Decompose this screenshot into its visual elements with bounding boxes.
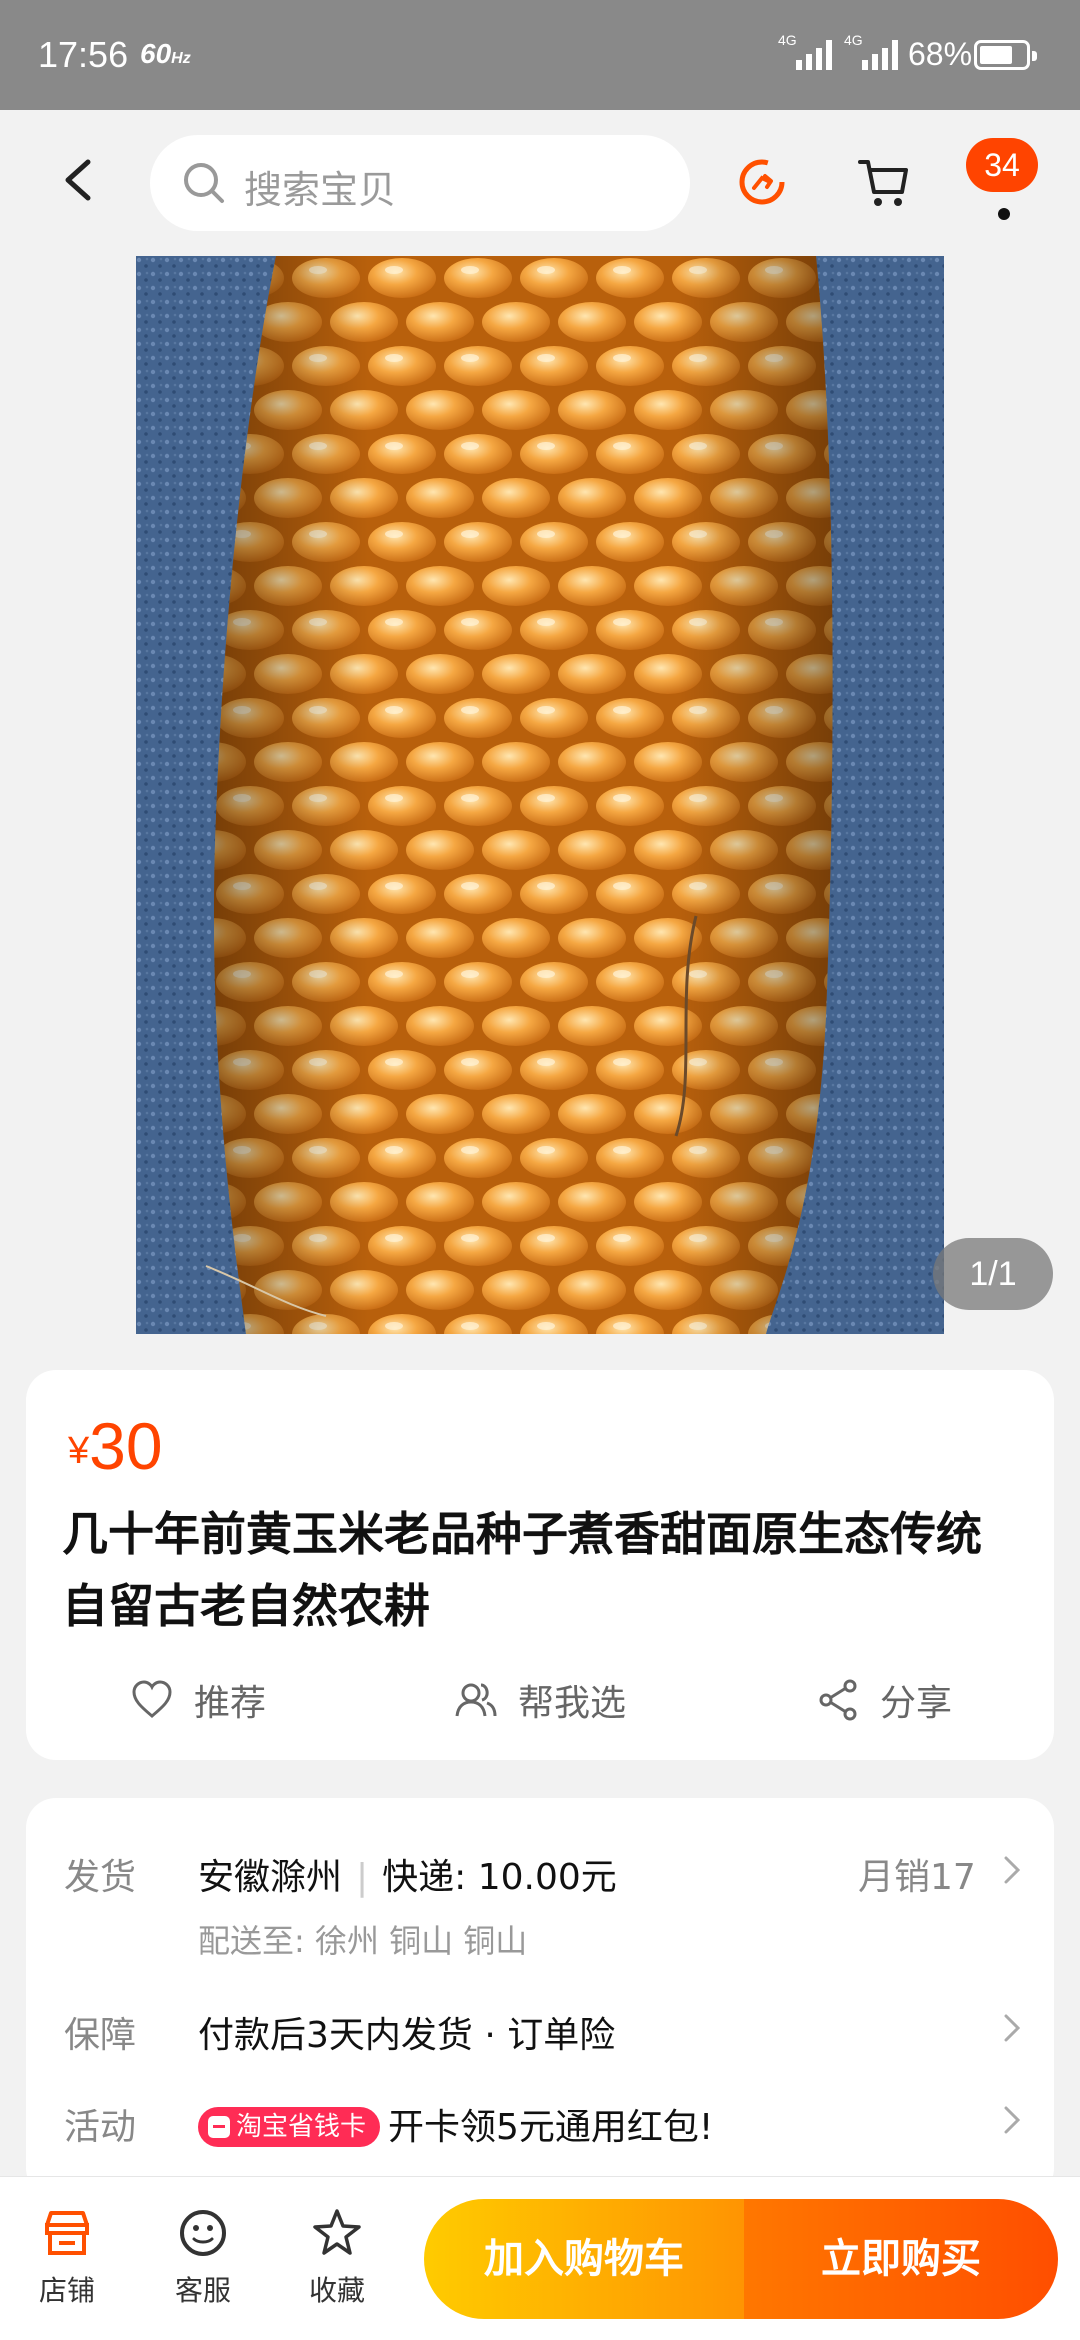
add-to-cart-button[interactable]: 加入购物车 (424, 2199, 744, 2319)
share-icon (819, 1679, 857, 1721)
favorite-tab[interactable]: 收藏 (292, 2207, 382, 2309)
bottom-action-bar: 店铺 客服 收藏 加入购物车 立即购买 (0, 2176, 1080, 2340)
image-counter: 1/1 (933, 1238, 1053, 1310)
customer-service-label: 客服 (174, 2274, 231, 2307)
battery-icon (974, 40, 1037, 70)
guarantee-label: 保障 (64, 2015, 137, 2056)
customer-service-icon (180, 2210, 226, 2256)
recommend-label: 推荐 (194, 1683, 267, 1724)
product-title: 几十年前黄玉米老品种子煮香甜面原生态传统自留古老自然农耕 (62, 1507, 982, 1633)
buy-now-button[interactable]: 立即购买 (744, 2199, 1058, 2319)
product-actions: 推荐 帮我选 分享 (26, 1670, 1054, 1730)
product-price: ¥30 (68, 1408, 163, 1484)
status-time: 17:56 (38, 34, 129, 75)
favorite-label: 收藏 (308, 2274, 365, 2307)
shop-label: 店铺 (38, 2274, 95, 2307)
chevron-right-icon (1004, 2014, 1021, 2042)
help-me-choose-label: 帮我选 (518, 1683, 627, 1724)
group-icon (455, 1683, 497, 1717)
search-bar[interactable]: 搜索宝贝 (150, 135, 690, 231)
refresh-rate: 60Hz (140, 38, 191, 70)
promotion-label: 活动 (64, 2107, 137, 2148)
cart-icon[interactable] (856, 154, 912, 210)
details-card: 发货 安徽滁州 | 快递: 10.00元 月销17 配送至: 徐州 铜山 铜山 保障… (26, 1798, 1054, 2198)
promotion-text: 开卡领5元通用红包! (388, 2107, 714, 2148)
network-type-2: 4G (844, 32, 863, 48)
refresh-rate-unit: Hz (171, 50, 191, 67)
promotion-info: 淘宝省钱卡 开卡领5元通用红包! (198, 2098, 713, 2150)
signal-icon-1: 4G (778, 32, 832, 70)
price-value: 30 (89, 1409, 163, 1483)
status-bar: 17:56 60Hz 4G 4G 68% (0, 0, 1080, 110)
search-placeholder: 搜索宝贝 (244, 168, 397, 212)
chevron-right-icon (1004, 2106, 1021, 2134)
delivery-address: 配送至: 徐州 铜山 铜山 (198, 1922, 528, 1960)
product-gallery[interactable]: 1/1 (0, 256, 1080, 1336)
chevron-right-icon (1004, 1856, 1021, 1884)
star-icon (313, 2209, 361, 2255)
store-icon (45, 2211, 89, 2255)
help-me-choose-button[interactable]: 帮我选 (454, 1670, 626, 1730)
message-badge: 34 (966, 138, 1038, 192)
shipping-info: 安徽滁州 | 快递: 10.00元 (198, 1848, 617, 1900)
more-menu-button[interactable]: 34 (966, 138, 1050, 228)
shipping-origin: 安徽滁州 (198, 1857, 343, 1898)
shipping-label: 发货 (64, 1857, 137, 1898)
express-fee: 快递: 10.00元 (382, 1857, 617, 1898)
share-button[interactable]: 分享 (816, 1670, 952, 1730)
product-info-card: ¥30 几十年前黄玉米老品种子煮香甜面原生态传统自留古老自然农耕 推荐 帮我选 (26, 1370, 1054, 1760)
more-dot-icon (998, 208, 1010, 220)
browse-history-icon[interactable] (734, 154, 790, 210)
shop-tab[interactable]: 店铺 (22, 2207, 112, 2309)
network-type-1: 4G (778, 32, 797, 48)
customer-service-tab[interactable]: 客服 (158, 2207, 248, 2309)
guarantee-text: 付款后3天内发货 · 订单险 (198, 2015, 616, 2056)
refresh-rate-value: 60 (140, 38, 172, 69)
recommend-button[interactable]: 推荐 (130, 1670, 266, 1730)
share-label: 分享 (880, 1683, 953, 1724)
savings-card-badge: 淘宝省钱卡 (198, 2107, 381, 2147)
search-icon (184, 163, 224, 203)
price-currency: ¥ (68, 1430, 90, 1472)
top-nav-bar: 搜索宝贝 34 (0, 110, 1080, 256)
separator: | (356, 1857, 369, 1898)
signal-icon-2: 4G (844, 32, 898, 70)
monthly-sales: 月销17 (858, 1857, 976, 1898)
wallet-icon (208, 2116, 230, 2138)
product-image (136, 256, 944, 1334)
heart-icon (132, 1680, 172, 1718)
back-arrow-icon[interactable] (50, 150, 110, 210)
savings-card-label: 淘宝省钱卡 (236, 2112, 367, 2142)
battery-percent: 68% (908, 36, 973, 72)
